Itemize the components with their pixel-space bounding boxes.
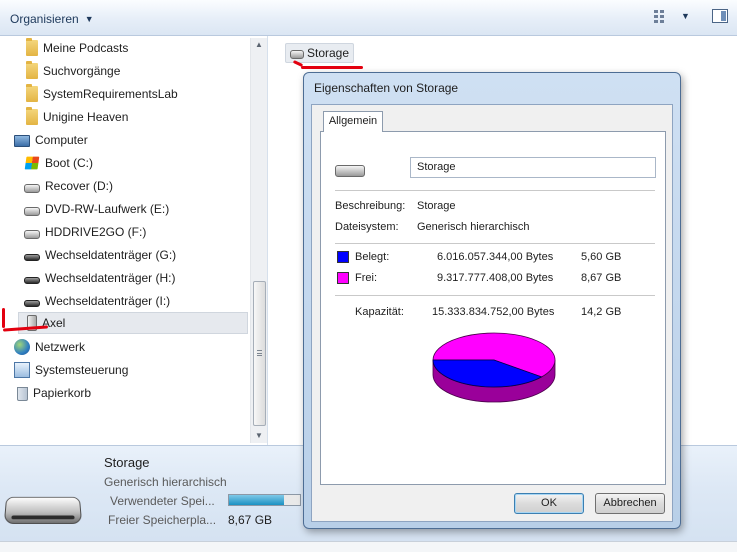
divider <box>335 295 655 296</box>
nav-item-label: Suchvorgänge <box>43 64 121 78</box>
command-bar: Organisieren ▼ ▼ <box>0 0 737 36</box>
folder-icon <box>26 61 38 79</box>
divider <box>335 190 655 191</box>
nav-item-label: Wechseldatenträger (H:) <box>45 271 176 285</box>
used-color-swatch <box>337 251 349 263</box>
nav-item-computer[interactable]: Computer <box>14 129 88 151</box>
details-used-label: Verwendeter Spei... <box>110 494 215 508</box>
filesystem-value: Generisch hierarchisch <box>417 221 530 233</box>
nav-item-label: Boot (C:) <box>45 156 94 170</box>
file-item-label: Storage <box>307 46 350 60</box>
filesystem-label: Dateisystem: <box>335 221 399 233</box>
nav-item-recover-d[interactable]: Recover (D:) <box>24 175 113 197</box>
folder-icon <box>26 38 38 56</box>
free-color-swatch <box>337 272 349 284</box>
drive-icon <box>24 183 40 193</box>
removable-drive-icon <box>24 300 40 307</box>
cancel-button[interactable]: Abbrechen <box>595 493 665 514</box>
removable-drive-icon <box>24 254 40 261</box>
nav-item-unigine-heaven[interactable]: Unigine Heaven <box>24 106 128 128</box>
scrollbar-thumb[interactable] <box>253 281 266 426</box>
folder-icon <box>26 107 38 125</box>
dialog-body: Allgemein Storage Beschreibung: Storage … <box>311 104 673 522</box>
nav-item-label: Wechseldatenträger (G:) <box>45 248 177 262</box>
usage-pie-chart <box>432 332 556 403</box>
nav-item-label: SystemRequirementsLab <box>43 87 178 101</box>
nav-item-axel[interactable]: Axel <box>18 312 248 334</box>
used-label: Belegt: <box>355 251 390 263</box>
chevron-down-icon: ▼ <box>84 14 94 24</box>
removable-drive-icon <box>24 277 40 284</box>
details-name: Storage <box>104 455 150 470</box>
view-options-chevron-icon[interactable]: ▼ <box>681 11 690 21</box>
computer-icon <box>14 134 30 147</box>
nav-item-suchvorgaenge[interactable]: Suchvorgänge <box>24 60 120 82</box>
nav-item-label: Netzwerk <box>35 340 86 354</box>
description-value: Storage <box>417 200 456 212</box>
tab-page-general: Storage Beschreibung: Storage Dateisyste… <box>320 131 666 485</box>
nav-item-boot-c[interactable]: Boot (C:) <box>24 152 93 174</box>
nav-item-wechseldatentraeger-h[interactable]: Wechseldatenträger (H:) <box>24 267 176 289</box>
nav-item-wechseldatentraeger-g[interactable]: Wechseldatenträger (G:) <box>24 244 176 266</box>
capacity-label: Kapazität: <box>355 306 404 318</box>
used-bytes: 6.016.057.344,00 Bytes <box>437 251 554 263</box>
nav-item-label: Unigine Heaven <box>43 110 129 124</box>
nav-item-label: Computer <box>35 133 88 147</box>
drive-name-field[interactable]: Storage <box>410 157 656 178</box>
red-annotation-stroke <box>301 66 363 69</box>
free-gb: 8,67 GB <box>581 272 622 284</box>
ok-button[interactable]: OK <box>514 493 584 514</box>
usage-bar-fill <box>229 495 285 505</box>
free-label: Frei: <box>355 272 377 284</box>
drive-large-icon <box>3 496 83 525</box>
nav-item-label: Wechseldatenträger (I:) <box>45 294 171 308</box>
change-view-icon[interactable] <box>654 10 670 24</box>
recycle-bin-icon <box>17 387 28 401</box>
nav-item-label: Systemsteuerung <box>35 363 129 377</box>
nav-item-papierkorb[interactable]: Papierkorb <box>14 382 91 404</box>
organize-label: Organisieren <box>10 12 79 26</box>
capacity-bytes: 15.333.834.752,00 Bytes <box>432 306 555 318</box>
grip-icon <box>257 350 262 356</box>
dialog-title: Eigenschaften von Storage <box>314 81 459 95</box>
details-type: Generisch hierarchisch <box>104 475 227 489</box>
folder-icon <box>26 84 38 102</box>
nav-scrollbar[interactable]: ▲ ▼ <box>250 38 267 443</box>
nav-item-systemrequirementslab[interactable]: SystemRequirementsLab <box>24 83 178 105</box>
nav-item-hddrive2go-f[interactable]: HDDRIVE2GO (F:) <box>24 221 146 243</box>
scroll-up-icon[interactable]: ▲ <box>255 40 263 49</box>
nav-item-wechseldatentraeger-i[interactable]: Wechseldatenträger (I:) <box>24 290 170 312</box>
nav-item-label: HDDRIVE2GO (F:) <box>45 225 147 239</box>
nav-item-netzwerk[interactable]: Netzwerk <box>14 336 85 358</box>
scroll-down-icon[interactable]: ▼ <box>255 431 263 440</box>
nav-item-dvd-e[interactable]: DVD-RW-Laufwerk (E:) <box>24 198 169 220</box>
properties-dialog: Eigenschaften von Storage Allgemein Stor… <box>303 72 681 529</box>
nav-item-label: Meine Podcasts <box>43 41 129 55</box>
details-free-label: Freier Speicherpla... <box>108 513 217 527</box>
details-free-value: 8,67 GB <box>228 513 273 527</box>
nav-item-systemsteuerung[interactable]: Systemsteuerung <box>14 359 128 381</box>
drive-icon <box>24 229 40 239</box>
control-panel-icon <box>14 362 30 378</box>
nav-item-label: Recover (D:) <box>45 179 114 193</box>
details-usage-bar <box>228 494 301 506</box>
drive-icon <box>335 165 365 178</box>
drive-icon <box>290 49 304 59</box>
organize-button[interactable]: Organisieren ▼ <box>4 9 100 29</box>
network-icon <box>14 339 30 355</box>
windows-drive-icon <box>24 156 40 170</box>
nav-item-label: Papierkorb <box>33 386 92 400</box>
red-annotation-stroke <box>2 308 5 328</box>
nav-item-label: DVD-RW-Laufwerk (E:) <box>45 202 170 216</box>
free-bytes: 9.317.777.408,00 Bytes <box>437 272 554 284</box>
description-label: Beschreibung: <box>335 200 406 212</box>
tab-allgemein[interactable]: Allgemein <box>323 111 383 132</box>
used-gb: 5,60 GB <box>581 251 622 263</box>
nav-item-meine-podcasts[interactable]: Meine Podcasts <box>24 37 128 59</box>
preview-pane-icon[interactable] <box>712 9 728 23</box>
drive-icon <box>24 206 40 216</box>
divider <box>335 243 655 244</box>
status-bar <box>0 541 737 552</box>
capacity-gb: 14,2 GB <box>581 306 622 318</box>
